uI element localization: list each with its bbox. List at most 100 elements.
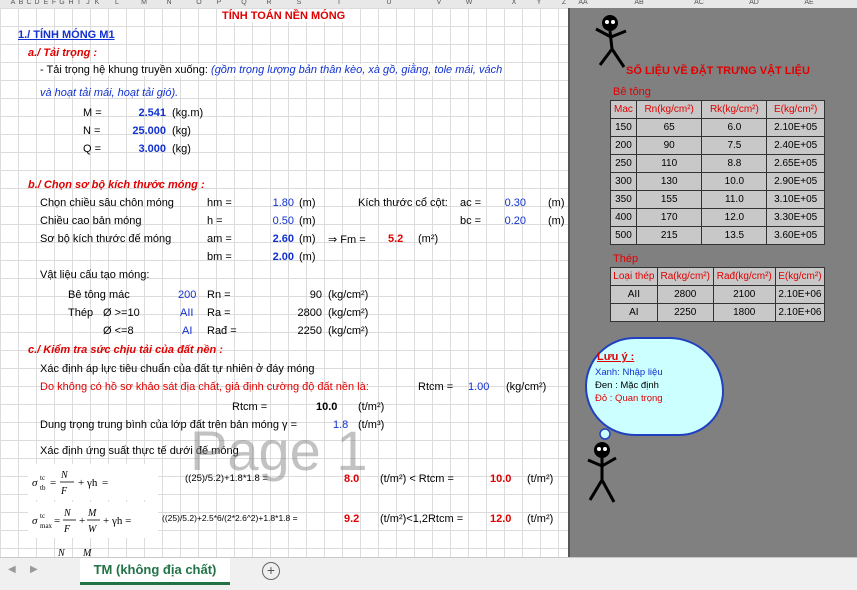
column-header[interactable]: U xyxy=(380,0,398,6)
column-header[interactable]: L xyxy=(108,0,126,6)
section-1-heading: 1./ TÍNH MÓNG M1 xyxy=(18,29,115,41)
Rtc2-value: 10.0 xyxy=(316,401,338,413)
concrete-table-cell[interactable]: 250 xyxy=(610,154,637,173)
M-label: M = xyxy=(83,107,102,119)
column-header[interactable]: P xyxy=(210,0,228,6)
steel1-type[interactable]: AII xyxy=(180,307,193,319)
steel2-type[interactable]: AI xyxy=(182,325,192,337)
concrete-table-cell[interactable]: 170 xyxy=(635,208,703,227)
prev-sheet-icon[interactable]: ◀ xyxy=(8,564,16,575)
concrete-table-row: 200 90 7.5 2.40E+05 xyxy=(610,136,825,155)
concrete-table-cell[interactable]: 11.0 xyxy=(701,190,768,209)
add-sheet-icon[interactable]: + xyxy=(262,562,280,580)
column-header[interactable]: K xyxy=(88,0,106,6)
concrete-table-cell[interactable]: 150 xyxy=(610,118,637,137)
load-line-1-note: (gồm trọng lượng bản thân kèo, xà gồ, gi… xyxy=(211,64,503,76)
steel2-dia: Ø <=8 xyxy=(103,325,134,337)
bm-value[interactable]: 2.00 xyxy=(262,251,294,263)
sheet-title: TÍNH TOÁN NỀN MÓNG xyxy=(222,10,346,22)
column-header[interactable]: V xyxy=(430,0,448,6)
column-header[interactable]: S xyxy=(290,0,308,6)
concrete-table-cell[interactable]: 90 xyxy=(635,136,703,155)
hm-value[interactable]: 1.80 xyxy=(262,197,294,209)
concrete-table-cell[interactable]: 2.10E+05 xyxy=(766,118,825,137)
steel-table-cell[interactable]: AII xyxy=(610,285,658,304)
h-symbol: h = xyxy=(207,215,223,227)
concrete-table-cell[interactable]: 7.5 xyxy=(701,136,768,155)
Fm-value: 5.2 xyxy=(388,233,404,245)
concrete-table-cell[interactable]: 300 xyxy=(610,172,637,191)
concrete-table-cell[interactable]: 12.0 xyxy=(701,208,768,227)
concrete-table-cell[interactable]: 130 xyxy=(635,172,703,191)
concrete-table-cell[interactable]: 3.10E+05 xyxy=(766,190,825,209)
concrete-table-cell[interactable]: 8.8 xyxy=(701,154,768,173)
concrete-table-cell[interactable]: 215 xyxy=(635,226,703,245)
f2-value: 9.2 xyxy=(344,513,360,525)
column-header[interactable]: O xyxy=(190,0,208,6)
column-header[interactable]: AD xyxy=(745,0,763,6)
column-header[interactable]: AB xyxy=(630,0,648,6)
concrete-table-cell[interactable]: 200 xyxy=(610,136,637,155)
section-b-heading: b./ Chọn sơ bộ kích thước móng : xyxy=(28,179,205,191)
concrete-table-cell[interactable]: 500 xyxy=(610,226,637,245)
steel-table-cell[interactable]: 2.10E+06 xyxy=(774,285,826,304)
h-value[interactable]: 0.50 xyxy=(262,215,294,227)
ac-unit: (m) xyxy=(548,197,565,209)
steel-table-cell[interactable]: 2250 xyxy=(656,303,714,322)
concrete-table-cell[interactable]: 6.0 xyxy=(701,118,768,137)
steel-table-cell[interactable]: 2800 xyxy=(656,285,714,304)
N-value[interactable]: 25.000 xyxy=(126,125,166,137)
concrete-table-cell[interactable]: 3.30E+05 xyxy=(766,208,825,227)
note-title: Lưu ý : xyxy=(597,351,635,363)
concrete-table-cell[interactable]: 400 xyxy=(610,208,637,227)
Rn-value: 90 xyxy=(309,289,322,301)
note-line-blue: Xanh: Nhập liệu xyxy=(595,367,663,378)
Rtc-value[interactable]: 1.00 xyxy=(468,381,489,393)
steel-table-cell[interactable]: 2100 xyxy=(712,285,776,304)
column-header[interactable]: AC xyxy=(690,0,708,6)
concrete-table-cell[interactable]: 65 xyxy=(635,118,703,137)
concrete-table-cell[interactable]: 10.0 xyxy=(701,172,768,191)
column-header[interactable]: T xyxy=(330,0,348,6)
concrete-table-row: 250 110 8.8 2.65E+05 xyxy=(610,154,825,173)
ac-value[interactable]: 0.30 xyxy=(494,197,526,209)
concrete-table-cell[interactable]: 110 xyxy=(635,154,703,173)
bc-symbol: bc = xyxy=(460,215,482,227)
f2-expression: ((25)/5.2)+2.5*6/(2*2.6^2)+1.8*1.8 = xyxy=(162,513,298,523)
concrete-table-cell[interactable]: 2.40E+05 xyxy=(766,136,825,155)
column-header[interactable]: N xyxy=(160,0,178,6)
svg-text:N: N xyxy=(57,548,66,557)
concrete-table-cell[interactable]: 13.5 xyxy=(701,226,768,245)
concrete-table-cell[interactable]: 155 xyxy=(635,190,703,209)
Rtc-unit: (kg/cm²) xyxy=(506,381,547,393)
column-header[interactable]: Q xyxy=(235,0,253,6)
column-header[interactable]: X xyxy=(505,0,523,6)
Q-value[interactable]: 3.000 xyxy=(126,143,166,155)
am-value[interactable]: 2.60 xyxy=(262,233,294,245)
concrete-table: Mac Rn(kg/cm²) Rk(kg/cm²) E(kg/cm²) 150 65 6.0… xyxy=(610,100,825,245)
column-header[interactable]: Y xyxy=(530,0,548,6)
column-header[interactable]: M xyxy=(135,0,153,6)
M-value[interactable]: 2.541 xyxy=(126,107,166,119)
steel-table-cell[interactable]: AI xyxy=(610,303,658,322)
concrete-table-cell[interactable]: 3.60E+05 xyxy=(766,226,825,245)
column-header[interactable]: AA xyxy=(574,0,592,6)
concrete-table-cell[interactable]: 2.90E+05 xyxy=(766,172,825,191)
steel-table-cell[interactable]: 2.10E+06 xyxy=(774,303,826,322)
worksheet-grid[interactable]: TÍNH TOÁN NỀN MÓNG 1./ TÍNH MÓNG M1 a./ … xyxy=(0,8,568,557)
column-header[interactable]: Z xyxy=(555,0,573,6)
Ra-value: 2800 xyxy=(297,307,322,319)
concrete-grade[interactable]: 200 xyxy=(178,289,196,301)
sheet-tab-active[interactable]: TM (không địa chất) xyxy=(80,558,230,585)
next-sheet-icon[interactable]: ▶ xyxy=(30,564,38,575)
steel-table-cell[interactable]: 1800 xyxy=(712,303,776,322)
column-header[interactable]: R xyxy=(260,0,278,6)
concrete-table-cell[interactable]: 2.65E+05 xyxy=(766,154,825,173)
am-symbol: am = xyxy=(207,233,232,245)
column-header[interactable]: AE xyxy=(800,0,818,6)
svg-text:σ: σ xyxy=(32,515,38,527)
concrete-table-cell[interactable]: 350 xyxy=(610,190,637,209)
svg-text:+: + xyxy=(79,515,85,527)
column-header[interactable]: W xyxy=(460,0,478,6)
bc-value[interactable]: 0.20 xyxy=(494,215,526,227)
